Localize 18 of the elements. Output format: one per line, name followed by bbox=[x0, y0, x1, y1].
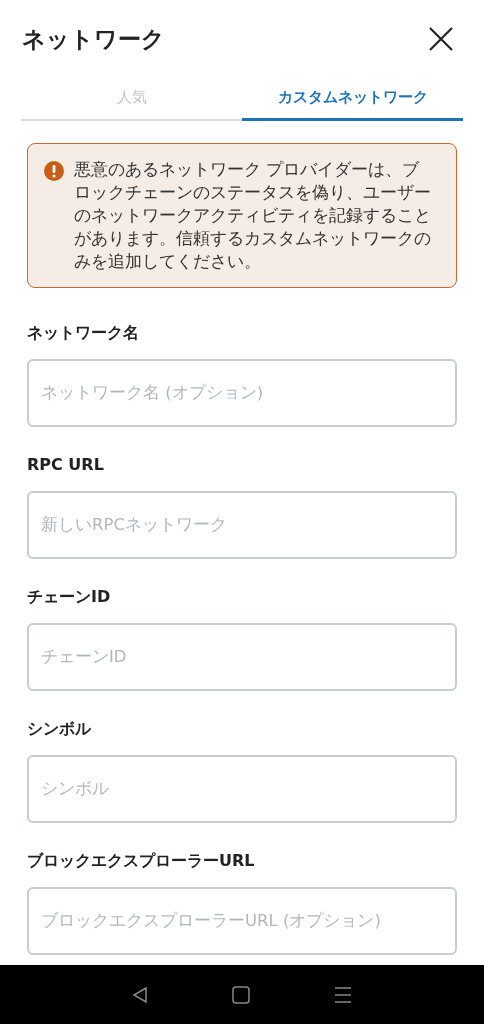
back-icon[interactable] bbox=[132, 985, 148, 1004]
input-field[interactable]: シンボル bbox=[27, 754, 457, 823]
field-label: ネットワーク名 bbox=[27, 321, 140, 344]
field-label: シンボル bbox=[27, 717, 92, 740]
input-field[interactable]: ブロックエクスプローラーURL (オプション) bbox=[27, 886, 457, 955]
input-field[interactable]: 新しいRPCネットワーク bbox=[27, 490, 457, 559]
close-icon[interactable] bbox=[428, 26, 454, 53]
field-label: ブロックエクスプローラーURL bbox=[27, 849, 256, 872]
warning-text: 悪意のあるネットワーク プロバイダーは、ブロックチェーンのステータスを偽り、ユーザーのネットワークアクティビティを記録することがあります。信頼するカスタムネットワークのみを追加してください。 bbox=[74, 158, 432, 273]
field-label: チェーンID bbox=[27, 585, 112, 608]
window-title: ネットワーク bbox=[22, 25, 165, 54]
tab[interactable]: カスタムネットワーク bbox=[242, 76, 463, 121]
home-icon[interactable] bbox=[232, 985, 250, 1004]
warning-icon bbox=[44, 160, 64, 181]
input-field[interactable]: ネットワーク名 (オプション) bbox=[27, 358, 457, 427]
menu-icon[interactable] bbox=[334, 986, 352, 1003]
field-label: RPC URL bbox=[27, 453, 105, 476]
input-field[interactable]: チェーンID bbox=[27, 622, 457, 691]
